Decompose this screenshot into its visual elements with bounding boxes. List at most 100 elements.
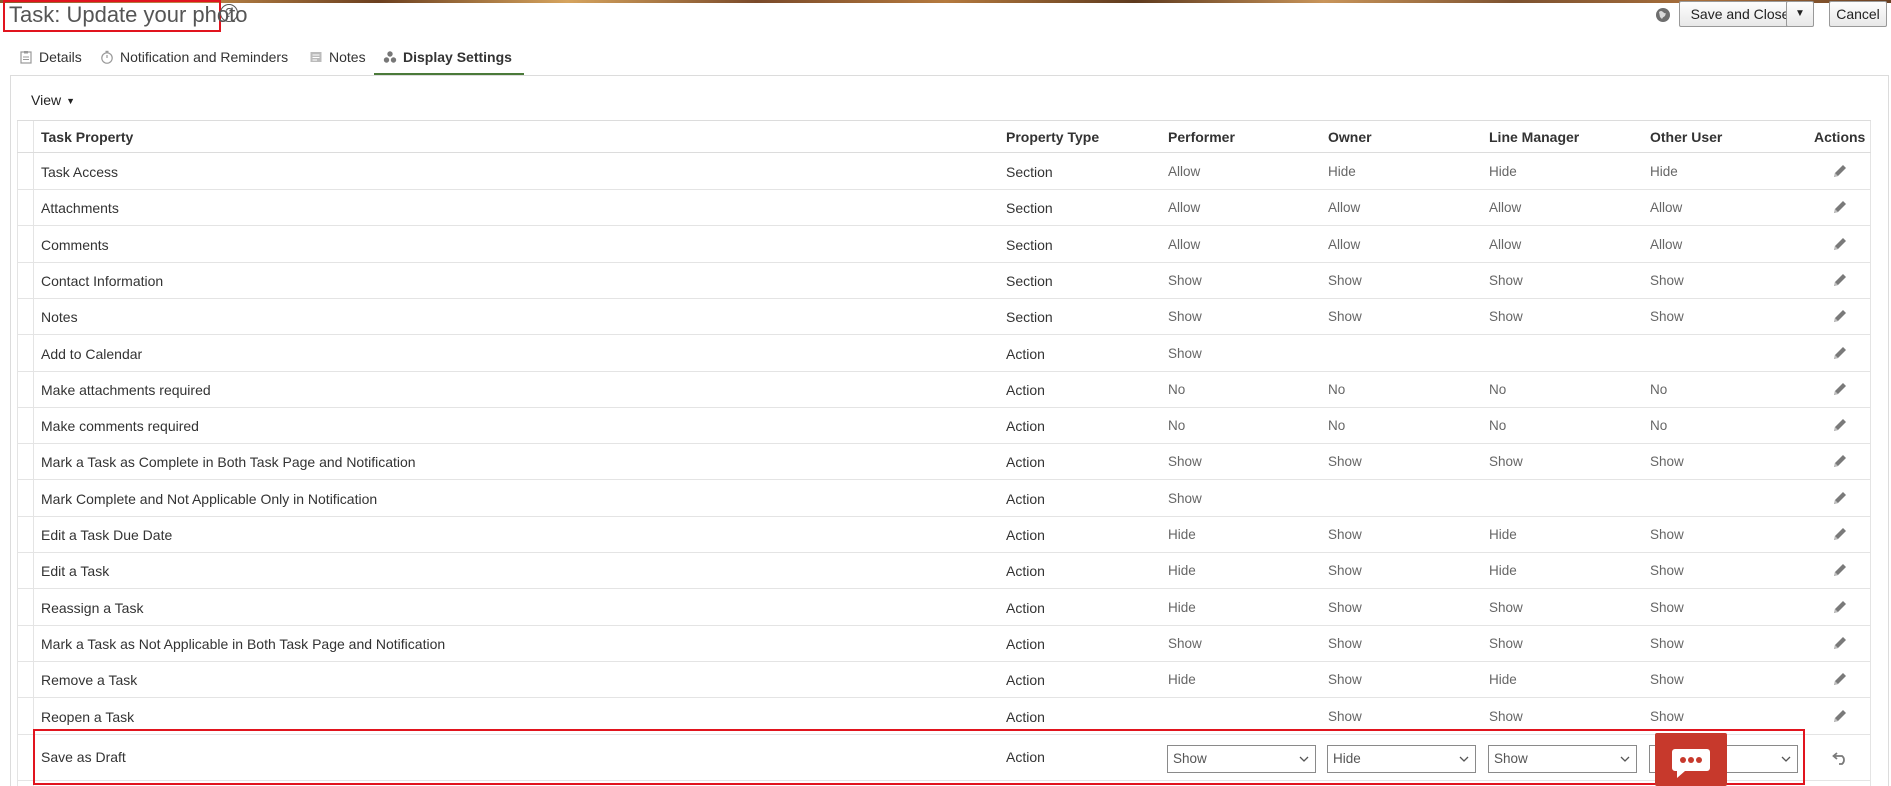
tab-notes[interactable]: Notes <box>309 42 366 76</box>
column-header-property-type[interactable]: Property Type <box>1006 129 1099 145</box>
cell-owner: Hide <box>1328 164 1356 179</box>
table-row[interactable]: Task Access Section Allow Hide Hide Hide <box>17 154 1871 190</box>
column-header-line-manager[interactable]: Line Manager <box>1489 129 1579 145</box>
cell-owner: Allow <box>1328 200 1361 216</box>
cell-other-user: Show <box>1650 272 1684 288</box>
cell-line-manager: Show <box>1489 708 1523 724</box>
cell-line-manager: Hide <box>1489 563 1517 579</box>
cell-task-property: Edit a Task <box>41 563 110 580</box>
column-header-owner[interactable]: Owner <box>1328 129 1372 145</box>
column-header-actions: Actions <box>1814 129 1866 145</box>
table-row[interactable]: Mark a Task as Complete in Both Task Pag… <box>17 444 1871 481</box>
pencil-icon[interactable] <box>1832 308 1848 324</box>
view-menu-caret: ▼ <box>66 96 76 106</box>
table-row[interactable]: Reopen a Task Action Show Show Show <box>17 699 1871 735</box>
pencil-icon[interactable] <box>1832 272 1848 288</box>
cell-property-type: Action <box>1006 345 1045 362</box>
pencil-icon[interactable] <box>1832 671 1848 687</box>
pencil-icon[interactable] <box>1832 453 1848 469</box>
cell-line-manager: Allow <box>1489 236 1522 252</box>
cell-task-property: Attachments <box>41 200 119 217</box>
table-row[interactable]: Comments Section Allow Allow Allow Allow <box>17 227 1871 263</box>
table-row[interactable]: Make attachments required Action No No No No <box>17 372 1871 408</box>
view-menu-label: View <box>31 92 62 108</box>
cell-property-type: Action <box>1006 635 1045 652</box>
tab-notification-and-reminders[interactable]: Notification and Reminders <box>100 42 288 76</box>
timer-icon <box>101 50 113 64</box>
column-header-other-user[interactable]: Other User <box>1650 129 1722 145</box>
pencil-icon[interactable] <box>1832 562 1848 578</box>
cell-task-property: Notes <box>41 309 78 326</box>
pencil-icon[interactable] <box>1832 490 1848 506</box>
cell-task-property: Contact Information <box>41 272 164 289</box>
cell-owner: Show <box>1328 309 1362 325</box>
cell-property-type: Action <box>1006 708 1045 725</box>
help-icon[interactable]: ? <box>220 4 238 22</box>
table-row[interactable]: Attachments Section Allow Allow Allow Allow <box>17 190 1871 227</box>
pencil-icon[interactable] <box>1832 381 1848 397</box>
tab-details-label: Details <box>39 49 82 65</box>
chevron-down-icon <box>1299 756 1309 762</box>
undo-icon[interactable] <box>1832 750 1849 765</box>
cell-line-manager: Show <box>1489 635 1523 651</box>
owner-select[interactable]: Hide <box>1327 745 1476 773</box>
view-menu[interactable]: View ▼ <box>31 92 75 108</box>
globe-icon[interactable] <box>1655 7 1671 23</box>
pencil-icon[interactable] <box>1832 526 1848 542</box>
pencil-icon[interactable] <box>1832 599 1848 615</box>
table-row[interactable]: Edit a Task Action Hide Show Hide Show <box>17 553 1871 590</box>
table-row[interactable]: Reassign a Task Action Hide Show Show Show <box>17 590 1871 626</box>
cell-other-user: Show <box>1650 708 1684 724</box>
tab-details[interactable]: Details <box>19 42 82 76</box>
save-and-close-button[interactable]: Save and Close <box>1679 1 1801 27</box>
table-row[interactable]: Mark Complete and Not Applicable Only in… <box>17 481 1871 517</box>
cell-line-manager: Hide <box>1489 527 1517 542</box>
tab-notification-label: Notification and Reminders <box>120 49 289 65</box>
cell-task-property: Comments <box>41 236 109 253</box>
table-row[interactable]: Contact Information Section Show Show Show Sh… <box>17 263 1871 299</box>
cell-other-user: Show <box>1650 635 1684 651</box>
chat-button[interactable] <box>1655 733 1727 786</box>
pencil-icon[interactable] <box>1832 708 1848 724</box>
table-row[interactable]: Edit a Task Due Date Action Hide Show Hide Sh… <box>17 517 1871 553</box>
cell-owner: Show <box>1328 599 1362 615</box>
cell-task-property: Task Access <box>41 164 119 180</box>
cell-property-type: Action <box>1006 381 1045 398</box>
column-header-task-property[interactable]: Task Property <box>41 129 133 145</box>
column-header-performer[interactable]: Performer <box>1168 129 1235 145</box>
table-row[interactable]: Remove a Task Action Hide Show Hide Show <box>17 662 1871 699</box>
cell-line-manager: Hide <box>1489 164 1517 179</box>
cell-line-manager: No <box>1489 418 1507 434</box>
cell-task-property: Save as Draft <box>41 749 126 765</box>
performer-select[interactable]: Show <box>1167 745 1316 773</box>
cell-performer: Hide <box>1168 527 1196 542</box>
table-row[interactable]: Make comments required Action No No No No <box>17 408 1871 445</box>
cell-owner: No <box>1328 418 1346 434</box>
cell-property-type: Action <box>1006 672 1045 689</box>
tab-display-settings-label: Display Settings <box>403 49 512 65</box>
cell-performer: Allow <box>1168 200 1201 216</box>
tab-display-settings[interactable]: Display Settings <box>374 42 524 76</box>
save-options-dropdown-button[interactable]: ▼ <box>1786 1 1814 27</box>
cell-other-user: Show <box>1650 454 1684 470</box>
table-row[interactable]: Mark a Task as Not Applicable in Both Ta… <box>17 626 1871 662</box>
cancel-button[interactable]: Cancel <box>1829 1 1887 27</box>
chevron-down-icon <box>1781 756 1791 762</box>
pencil-icon[interactable] <box>1832 635 1848 651</box>
cell-property-type: Section <box>1006 309 1053 326</box>
cell-property-type: Section <box>1006 200 1053 217</box>
pencil-icon[interactable] <box>1832 236 1848 252</box>
pencil-icon[interactable] <box>1832 345 1848 361</box>
pencil-icon[interactable] <box>1832 163 1848 179</box>
pencil-icon[interactable] <box>1832 417 1848 433</box>
cell-other-user: Allow <box>1650 236 1683 252</box>
pencil-icon[interactable] <box>1832 199 1848 215</box>
table-row-editing[interactable]: Save as Draft Action Show Hide Show <box>17 733 1871 781</box>
line-manager-select[interactable]: Show <box>1488 745 1637 773</box>
note-icon <box>310 52 322 62</box>
cell-property-type: Action <box>1006 599 1045 616</box>
cell-property-type: Section <box>1006 164 1053 180</box>
cluster-icon <box>383 51 397 63</box>
table-row[interactable]: Add to Calendar Action Show <box>17 336 1871 372</box>
table-row[interactable]: Notes Section Show Show Show Show <box>17 299 1871 336</box>
